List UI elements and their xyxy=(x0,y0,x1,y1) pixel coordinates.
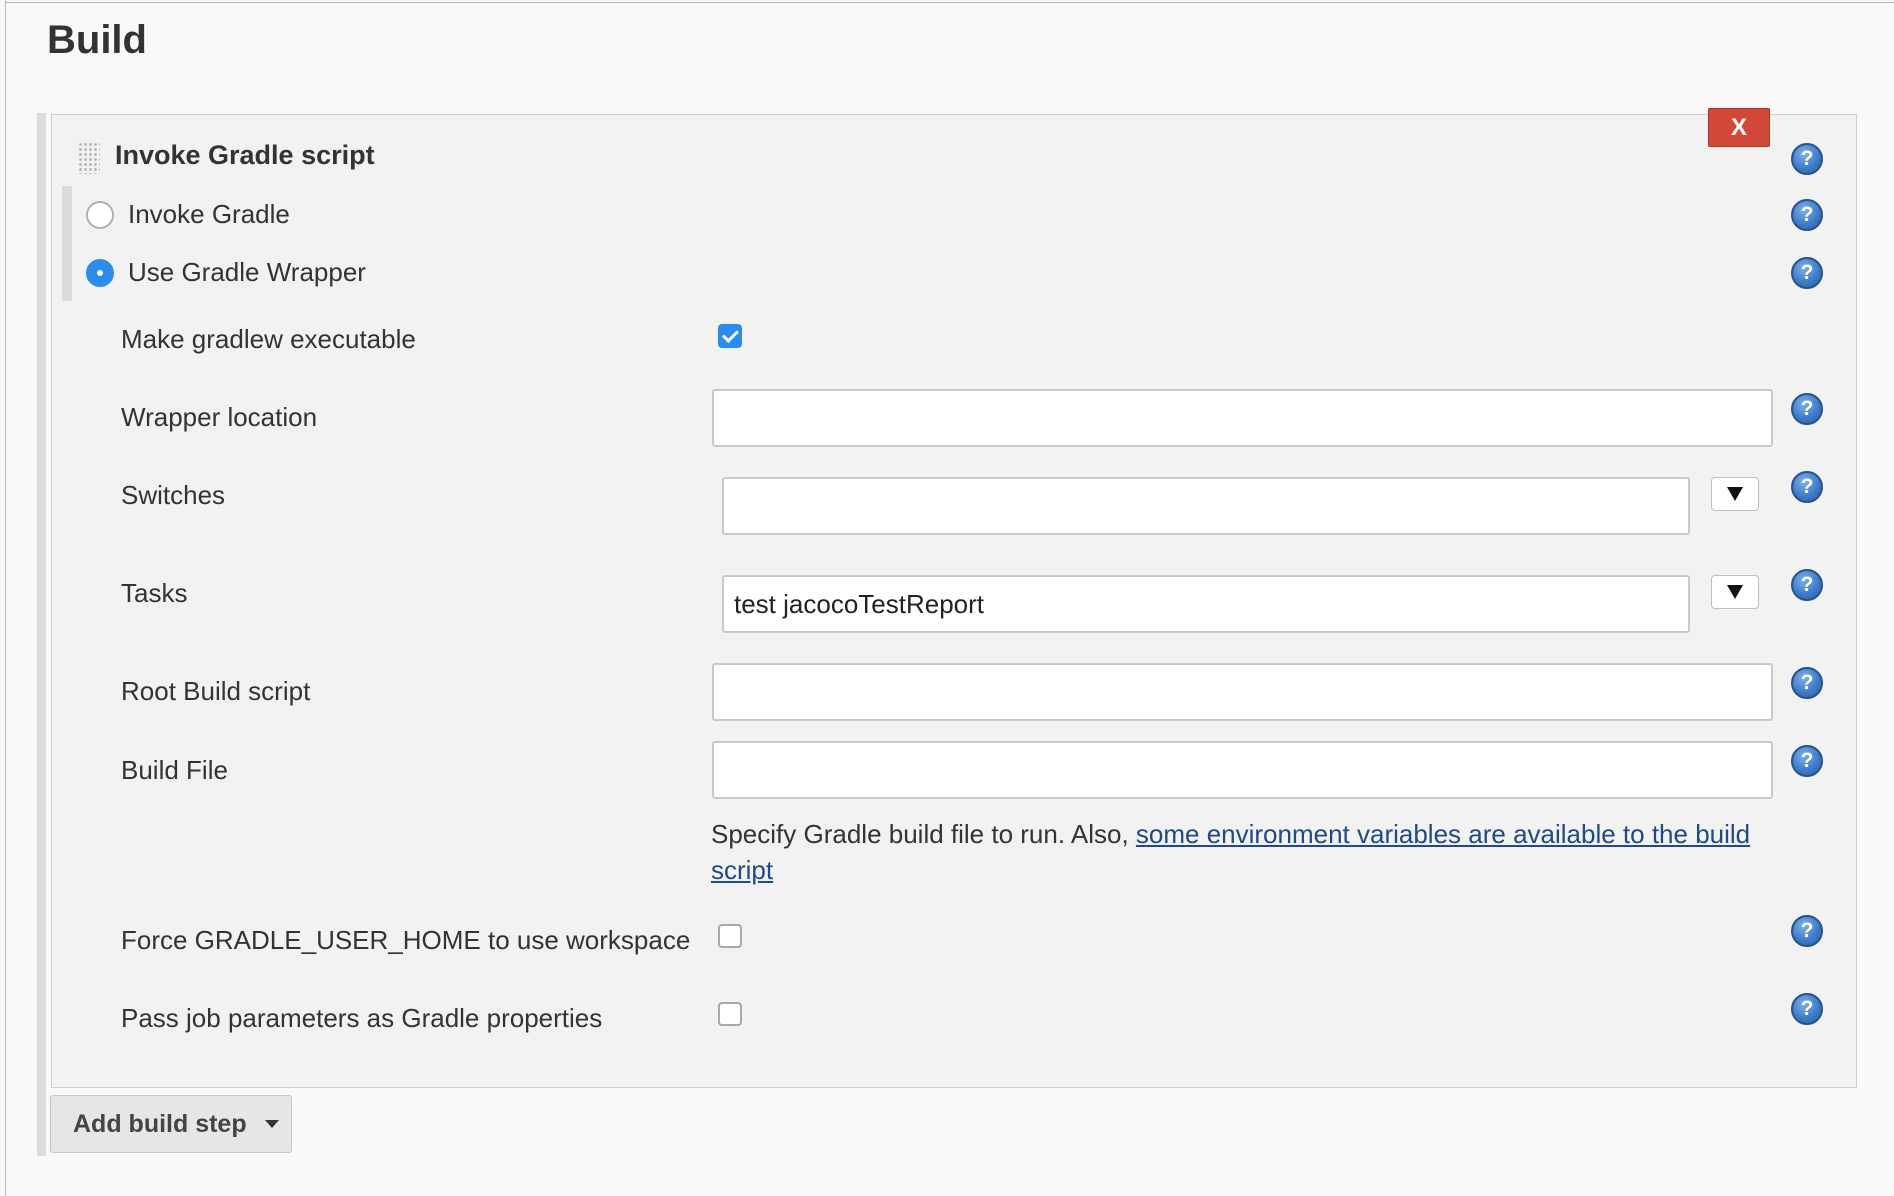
wrapper-location-input[interactable] xyxy=(712,389,1773,447)
radio-button[interactable] xyxy=(86,258,114,287)
radio-invoke-gradle[interactable]: Invoke Gradle xyxy=(86,199,290,230)
radio-group-accent-bar xyxy=(62,186,72,301)
build-step-accent-bar xyxy=(37,113,46,1156)
force-gradle-user-home-checkbox[interactable] xyxy=(718,924,742,948)
drag-handle-icon[interactable] xyxy=(78,142,100,174)
build-file-label: Build File xyxy=(121,755,228,785)
help-icon[interactable]: ? xyxy=(1791,393,1823,425)
caret-down-icon xyxy=(264,1120,279,1128)
radio-use-gradle-wrapper[interactable]: Use Gradle Wrapper xyxy=(86,257,366,288)
page-frame-left-border xyxy=(5,0,6,1196)
switches-label: Switches xyxy=(121,480,226,510)
help-icon[interactable]: ? xyxy=(1791,257,1823,289)
tasks-label: Tasks xyxy=(121,578,188,608)
help-icon[interactable]: ? xyxy=(1791,569,1823,601)
help-icon[interactable]: ? xyxy=(1791,915,1823,947)
switches-input[interactable] xyxy=(722,477,1690,535)
root-build-script-label: Root Build script xyxy=(121,676,311,706)
pass-job-parameters-checkbox[interactable] xyxy=(718,1002,742,1026)
help-icon[interactable]: ? xyxy=(1791,745,1823,777)
pass-job-parameters-label: Pass job parameters as Gradle properties xyxy=(121,1003,603,1033)
dropdown-arrow-icon xyxy=(1727,487,1743,501)
radio-label: Invoke Gradle xyxy=(128,199,290,229)
help-icon[interactable]: ? xyxy=(1791,993,1823,1025)
build-step-title: Invoke Gradle script xyxy=(115,140,375,170)
root-build-script-input[interactable] xyxy=(712,663,1773,721)
make-gradlew-executable-checkbox[interactable] xyxy=(718,324,742,348)
tasks-input[interactable] xyxy=(722,575,1690,633)
make-gradlew-executable-label: Make gradlew executable xyxy=(121,324,416,354)
section-title: Build xyxy=(47,18,147,62)
radio-label: Use Gradle Wrapper xyxy=(128,257,366,287)
wrapper-location-label: Wrapper location xyxy=(121,402,318,432)
help-icon[interactable]: ? xyxy=(1791,667,1823,699)
radio-button[interactable] xyxy=(86,200,114,229)
force-gradle-user-home-label: Force GRADLE_USER_HOME to use workspace xyxy=(121,925,691,955)
build-file-input[interactable] xyxy=(712,741,1773,799)
build-file-help-description: Specify Gradle build file to run. Also, xyxy=(711,819,1136,849)
dropdown-arrow-icon xyxy=(1727,585,1743,599)
delete-step-button[interactable]: X xyxy=(1708,108,1770,147)
add-build-step-label: Add build step xyxy=(73,1109,247,1138)
help-icon[interactable]: ? xyxy=(1791,471,1823,503)
tasks-expand-button[interactable] xyxy=(1711,575,1759,609)
switches-expand-button[interactable] xyxy=(1711,477,1759,511)
help-icon[interactable]: ? xyxy=(1791,143,1823,175)
add-build-step-button[interactable]: Add build step xyxy=(50,1095,292,1153)
help-icon[interactable]: ? xyxy=(1791,199,1823,231)
build-file-help-text: Specify Gradle build file to run. Also, … xyxy=(711,816,1781,888)
page-frame-top-border xyxy=(5,2,1894,3)
